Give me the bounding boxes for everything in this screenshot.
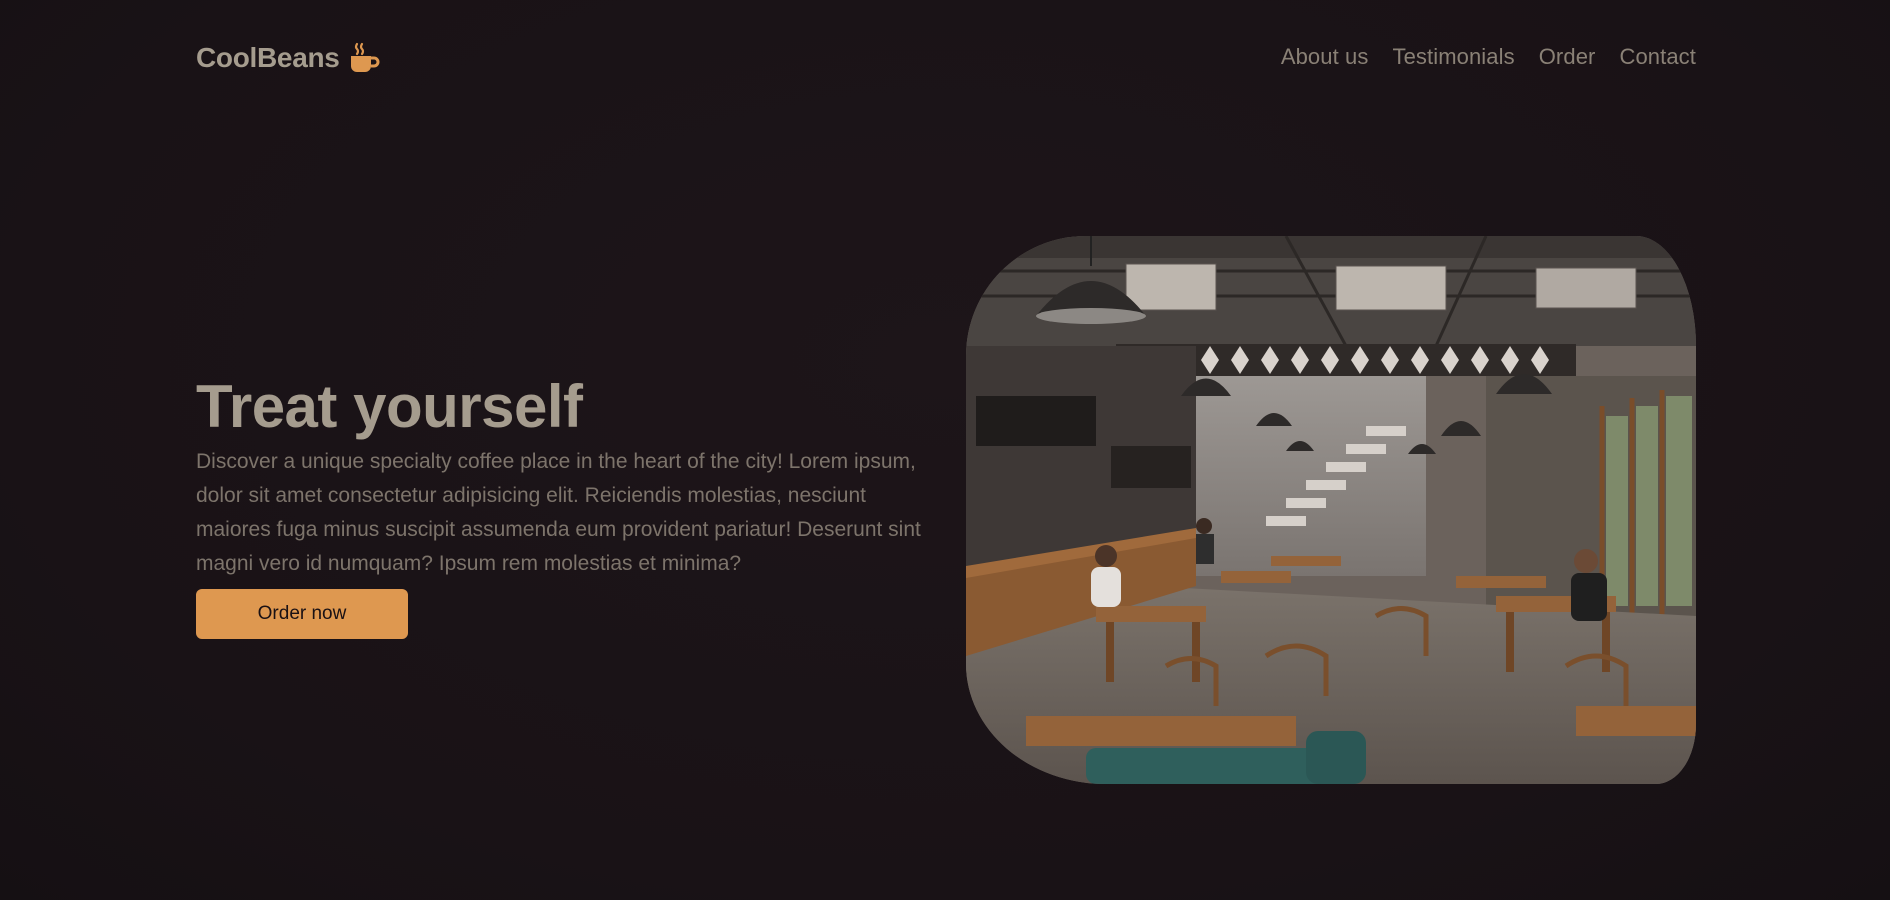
nav-item-about-us[interactable]: About us <box>1281 44 1369 70</box>
site-header: CoolBeans About us Testimonials Order Co… <box>196 40 1696 80</box>
nav-item-testimonials[interactable]: Testimonials <box>1392 44 1514 70</box>
brand-name: CoolBeans <box>196 42 340 73</box>
main-nav: About us Testimonials Order Contact <box>1281 44 1696 70</box>
hero-title: Treat yourself <box>196 373 583 440</box>
cafe-interior-photo <box>966 236 1696 784</box>
landing-page: CoolBeans About us Testimonials Order Co… <box>0 0 1890 900</box>
cafe-illustration <box>966 236 1696 784</box>
brand-logo-link[interactable]: CoolBeans <box>196 42 380 74</box>
order-now-button[interactable]: Order now <box>196 589 408 639</box>
nav-item-order[interactable]: Order <box>1539 44 1596 70</box>
hero-description: Discover a unique specialty coffee place… <box>196 450 921 575</box>
nav-item-contact[interactable]: Contact <box>1619 44 1696 70</box>
coffee-cup-icon <box>348 42 380 74</box>
